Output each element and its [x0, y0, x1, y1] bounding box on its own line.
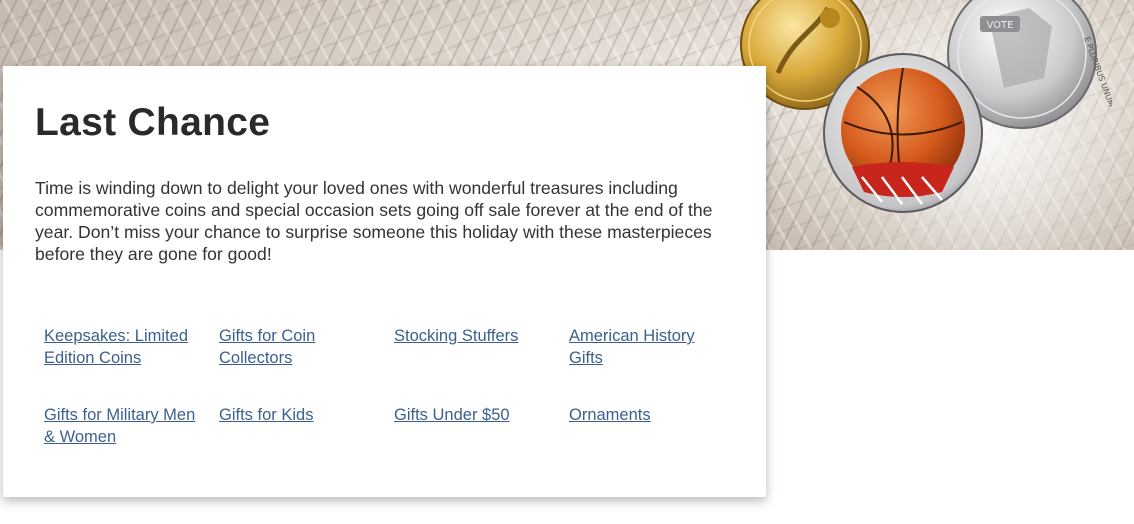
link-gifts-for-coin-collectors[interactable]: Gifts for Coin Collectors: [219, 325, 379, 369]
coin-vote-text: VOTE: [987, 20, 1014, 31]
page-title: Last Chance: [35, 101, 271, 144]
link-keepsakes[interactable]: Keepsakes: Limited Edition Coins: [44, 325, 204, 369]
link-ornaments[interactable]: Ornaments: [569, 404, 729, 448]
category-links-grid: Keepsakes: Limited Edition Coins Gifts f…: [44, 325, 744, 448]
link-gifts-for-military[interactable]: Gifts for Military Men & Women: [44, 404, 204, 448]
link-gifts-for-kids[interactable]: Gifts for Kids: [219, 404, 379, 448]
link-american-history-gifts[interactable]: American History Gifts: [569, 325, 729, 369]
link-gifts-under-50[interactable]: Gifts Under $50: [394, 404, 554, 448]
last-chance-card: Last Chance Time is winding down to deli…: [3, 66, 766, 497]
link-stocking-stuffers[interactable]: Stocking Stuffers: [394, 325, 554, 369]
description-text: Time is winding down to delight your lov…: [35, 178, 713, 264]
colorized-basketball-coin-icon: [823, 53, 983, 213]
